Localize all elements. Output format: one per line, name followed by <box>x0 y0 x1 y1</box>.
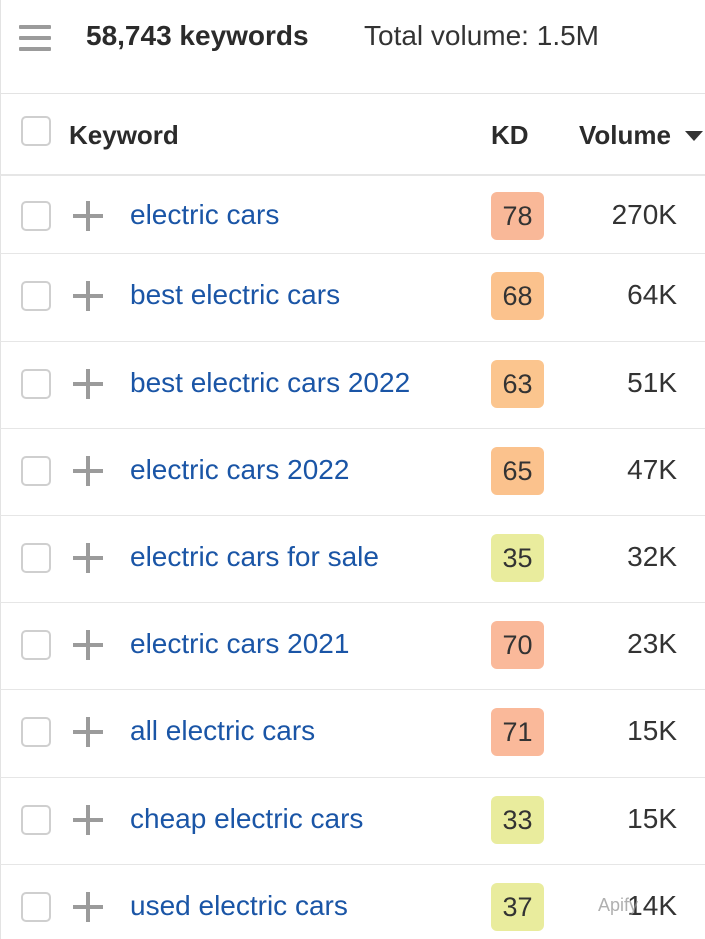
table-header: Keyword KD Volume <box>0 94 705 176</box>
volume-value: 51K <box>627 367 677 398</box>
kd-badge: 63 <box>491 360 544 408</box>
row-checkbox[interactable] <box>21 369 51 399</box>
kd-badge: 71 <box>491 708 544 756</box>
column-header-keyword: Keyword <box>69 120 179 150</box>
keyword-link[interactable]: electric cars 2022 <box>130 454 349 486</box>
kd-badge: 78 <box>491 192 544 240</box>
add-keyword-plus-icon[interactable] <box>73 281 103 311</box>
row-checkbox[interactable] <box>21 281 51 311</box>
menu-icon-line <box>19 25 51 29</box>
row-checkbox[interactable] <box>21 630 51 660</box>
kd-badge: 68 <box>491 272 544 320</box>
kd-badge: 65 <box>491 447 544 495</box>
watermark: Apify <box>598 895 639 915</box>
column-header-volume[interactable]: Volume <box>579 120 671 151</box>
keyword-link[interactable]: best electric cars <box>130 279 340 311</box>
table-row: all electric cars 71 15K <box>0 690 705 778</box>
volume-value: 64K <box>627 279 677 310</box>
keyword-table-body: electric cars 78 270K best electric cars 68 6… <box>0 176 705 939</box>
row-checkbox[interactable] <box>21 201 51 231</box>
add-keyword-plus-icon[interactable] <box>73 201 103 231</box>
table-row: electric cars 2021 70 23K <box>0 603 705 690</box>
volume-value: 270K <box>611 199 677 230</box>
row-checkbox[interactable] <box>21 805 51 835</box>
table-row: cheap electric cars 33 15K <box>0 778 705 865</box>
menu-icon-line <box>19 36 51 40</box>
hamburger-menu-icon[interactable] <box>19 25 51 51</box>
volume-value: 32K <box>627 541 677 572</box>
add-keyword-plus-icon[interactable] <box>73 369 103 399</box>
row-checkbox[interactable] <box>21 456 51 486</box>
menu-icon-line <box>19 47 51 51</box>
table-row: best electric cars 2022 63 51K <box>0 342 705 429</box>
add-keyword-plus-icon[interactable] <box>73 630 103 660</box>
kd-badge: 37 <box>491 883 544 931</box>
table-row: electric cars for sale 35 32K <box>0 516 705 603</box>
sort-descending-icon[interactable] <box>685 131 703 141</box>
row-checkbox[interactable] <box>21 543 51 573</box>
keyword-link[interactable]: cheap electric cars <box>130 803 363 835</box>
keyword-link[interactable]: best electric cars 2022 <box>130 367 410 399</box>
keyword-link[interactable]: all electric cars <box>130 715 315 747</box>
row-checkbox[interactable] <box>21 717 51 747</box>
table-row: best electric cars 68 64K <box>0 254 705 342</box>
row-checkbox[interactable] <box>21 892 51 922</box>
add-keyword-plus-icon[interactable] <box>73 892 103 922</box>
keyword-count: 58,743 keywords <box>86 20 309 51</box>
table-row: electric cars 2022 65 47K <box>0 429 705 516</box>
volume-value: 15K <box>627 715 677 746</box>
kd-badge: 70 <box>491 621 544 669</box>
volume-value: 47K <box>627 454 677 485</box>
column-header-kd[interactable]: KD <box>491 120 529 151</box>
volume-value: 23K <box>627 628 677 659</box>
summary-bar: 58,743 keywords Total volume: 1.5M <box>0 0 705 94</box>
table-row: electric cars 78 270K <box>0 176 705 254</box>
kd-badge: 33 <box>491 796 544 844</box>
add-keyword-plus-icon[interactable] <box>73 456 103 486</box>
add-keyword-plus-icon[interactable] <box>73 805 103 835</box>
total-volume: Total volume: 1.5M <box>364 20 599 51</box>
keyword-link[interactable]: electric cars 2021 <box>130 628 349 660</box>
add-keyword-plus-icon[interactable] <box>73 543 103 573</box>
volume-value: 15K <box>627 803 677 834</box>
select-all-checkbox[interactable] <box>21 116 51 146</box>
keyword-link[interactable]: electric cars for sale <box>130 541 379 573</box>
kd-badge: 35 <box>491 534 544 582</box>
keyword-link[interactable]: used electric cars <box>130 890 348 922</box>
add-keyword-plus-icon[interactable] <box>73 717 103 747</box>
keyword-link[interactable]: electric cars <box>130 199 279 231</box>
